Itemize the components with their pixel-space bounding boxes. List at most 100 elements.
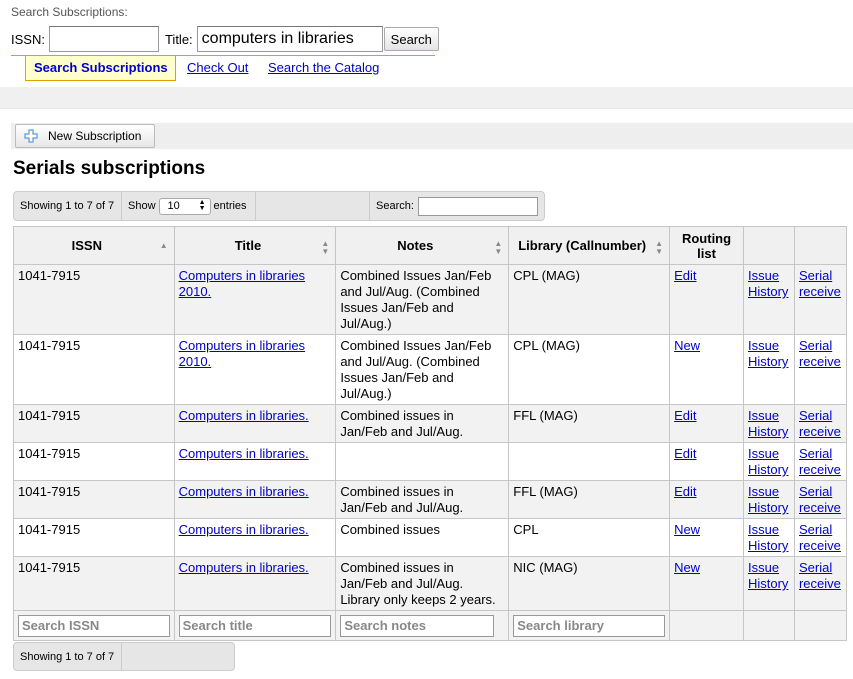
search-button[interactable]: Search: [383, 27, 439, 51]
sort-both-icon: ▲ ▼: [494, 239, 503, 256]
new-subscription-label: New Subscription: [48, 129, 142, 143]
search-form: ISSN: Title: Search: [11, 26, 439, 52]
routing-list-link[interactable]: New: [674, 560, 700, 575]
table-row: 1041-7915 Computers in libraries. Edit Issu…: [13, 442, 848, 481]
title-cell: Computers in libraries.: [173, 442, 337, 481]
select-arrows-icon: ▲ ▼: [198, 199, 206, 212]
toolbar: New Subscription: [11, 123, 853, 149]
library-cell: CPL (MAG): [513, 338, 580, 353]
title-link[interactable]: Computers in libraries 2010.: [179, 268, 305, 299]
notes-cell: Combined issues in Jan/Feb and Jul/Aug.: [335, 480, 510, 519]
serial-receive-cell: Serial receive: [793, 518, 848, 557]
routing-list-link[interactable]: Edit: [674, 268, 696, 283]
serial-receive-link[interactable]: Serial receive: [799, 268, 841, 299]
issue-history-link[interactable]: Issue History: [748, 268, 788, 299]
filter-empty-cell: [669, 610, 744, 641]
routing-list-link[interactable]: Edit: [674, 446, 696, 461]
issn-cell: 1041-7915: [18, 338, 81, 353]
title-label: Title:: [164, 31, 193, 47]
column-serial-receive: [793, 226, 848, 265]
new-subscription-button[interactable]: New Subscription: [15, 124, 155, 148]
issue-history-link[interactable]: Issue History: [748, 338, 788, 369]
search-caption: Search Subscriptions:: [11, 5, 128, 19]
title-link[interactable]: Computers in libraries.: [179, 446, 309, 461]
table-row: 1041-7915 Computers in libraries. Combined…: [13, 556, 848, 611]
title-cell: Computers in libraries.: [173, 404, 337, 443]
notes-cell: [335, 442, 510, 481]
routing-list-link[interactable]: New: [674, 522, 700, 537]
title-link[interactable]: Computers in libraries.: [179, 484, 309, 499]
tab-check-out[interactable]: Check Out: [187, 60, 248, 75]
table-row: 1041-7915 Computers in libraries. Combined…: [13, 518, 848, 557]
serial-receive-cell: Serial receive: [793, 334, 848, 405]
notes-cell: Combined Issues Jan/Feb and Jul/Aug. (Co…: [335, 334, 510, 405]
title-input[interactable]: [196, 26, 383, 52]
routing-list-cell: Edit: [669, 264, 744, 335]
serial-receive-link[interactable]: Serial receive: [799, 484, 841, 515]
title-link[interactable]: Computers in libraries 2010.: [179, 338, 305, 369]
table-row: 1041-7915 Computers in libraries 2010. Com…: [13, 334, 848, 405]
serial-receive-link[interactable]: Serial receive: [799, 408, 841, 439]
serial-receive-link[interactable]: Serial receive: [799, 446, 841, 477]
entries-label: entries: [213, 200, 247, 212]
title-cell: Computers in libraries.: [173, 518, 337, 557]
issue-history-link[interactable]: Issue History: [748, 560, 788, 591]
table-top-controls: Showing 1 to 7 of 7 Show 10 ▲ ▼ entries S…: [13, 191, 545, 221]
table-header-row: ISSN ▲ Title ▲ ▼ Notes ▲ ▼ Library (Callnumbe…: [13, 226, 848, 265]
serial-receive-link[interactable]: Serial receive: [799, 522, 841, 553]
column-title[interactable]: Title ▲ ▼: [173, 226, 337, 265]
table-row: 1041-7915 Computers in libraries 2010. Com…: [13, 264, 848, 335]
sort-asc-icon: ▲: [159, 241, 168, 250]
serial-receive-link[interactable]: Serial receive: [799, 338, 841, 369]
serial-receive-link[interactable]: Serial receive: [799, 560, 841, 591]
subscriptions-table: ISSN ▲ Title ▲ ▼ Notes ▲ ▼ Library (Callnumbe…: [13, 226, 848, 641]
column-routing-list: Routing list: [669, 226, 744, 265]
library-cell: FFL (MAG): [508, 404, 671, 443]
serial-receive-cell: Serial receive: [793, 556, 848, 611]
issue-history-cell: Issue History: [742, 442, 795, 481]
issn-cell: 1041-7915: [13, 518, 175, 557]
issn-cell: 1041-7915: [13, 404, 175, 443]
column-library[interactable]: Library (Callnumber) ▲ ▼: [508, 226, 671, 265]
routing-list-link[interactable]: New: [674, 338, 700, 353]
issn-input[interactable]: [48, 26, 159, 52]
filter-notes-input[interactable]: [340, 614, 495, 637]
entries-select[interactable]: 10 ▲ ▼: [158, 197, 211, 215]
filter-title-input[interactable]: [178, 614, 332, 637]
title-cell: Computers in libraries.: [173, 480, 337, 519]
tab-search-catalog[interactable]: Search the Catalog: [268, 60, 379, 75]
routing-list-link[interactable]: Edit: [674, 408, 696, 423]
issn-cell: 1041-7915: [18, 408, 81, 423]
title-cell: Computers in libraries 2010.: [173, 334, 337, 405]
title-link[interactable]: Computers in libraries.: [179, 408, 309, 423]
column-notes[interactable]: Notes ▲ ▼: [335, 226, 510, 265]
issue-history-cell: Issue History: [742, 334, 795, 405]
filter-issn-input[interactable]: [18, 614, 170, 637]
tab-search-subscriptions[interactable]: Search Subscriptions: [25, 56, 176, 81]
routing-list-link[interactable]: Edit: [674, 484, 696, 499]
table-info-bottom: Showing 1 to 7 of 7: [14, 643, 122, 671]
library-cell: CPL (MAG): [513, 268, 580, 283]
filter-library-input[interactable]: [513, 614, 666, 637]
routing-list-cell: Edit: [669, 442, 744, 481]
library-cell: CPL: [508, 518, 671, 557]
issn-cell: 1041-7915: [13, 556, 175, 611]
breadcrumb-bar: [0, 87, 853, 109]
notes-cell: Combined issues in Jan/Feb and Jul/Aug.: [340, 484, 464, 515]
routing-list-cell: Edit: [669, 480, 744, 519]
routing-list-cell: New: [669, 334, 744, 405]
issue-history-link[interactable]: Issue History: [748, 522, 788, 553]
issue-history-link[interactable]: Issue History: [748, 484, 788, 515]
title-link[interactable]: Computers in libraries.: [179, 522, 309, 537]
table-search-input[interactable]: [417, 196, 538, 216]
issue-history-link[interactable]: Issue History: [748, 408, 788, 439]
column-issn[interactable]: ISSN ▲: [13, 226, 175, 265]
page-title: Serials subscriptions: [13, 158, 206, 179]
issue-history-link[interactable]: Issue History: [748, 446, 788, 477]
title-link[interactable]: Computers in libraries.: [179, 560, 309, 575]
routing-list-cell: Edit: [669, 404, 744, 443]
notes-cell: Combined Issues Jan/Feb and Jul/Aug. (Co…: [335, 264, 510, 335]
library-cell: NIC (MAG): [513, 560, 578, 575]
table-toolbar-spacer: [256, 192, 370, 220]
filter-empty-cell: [793, 610, 848, 641]
